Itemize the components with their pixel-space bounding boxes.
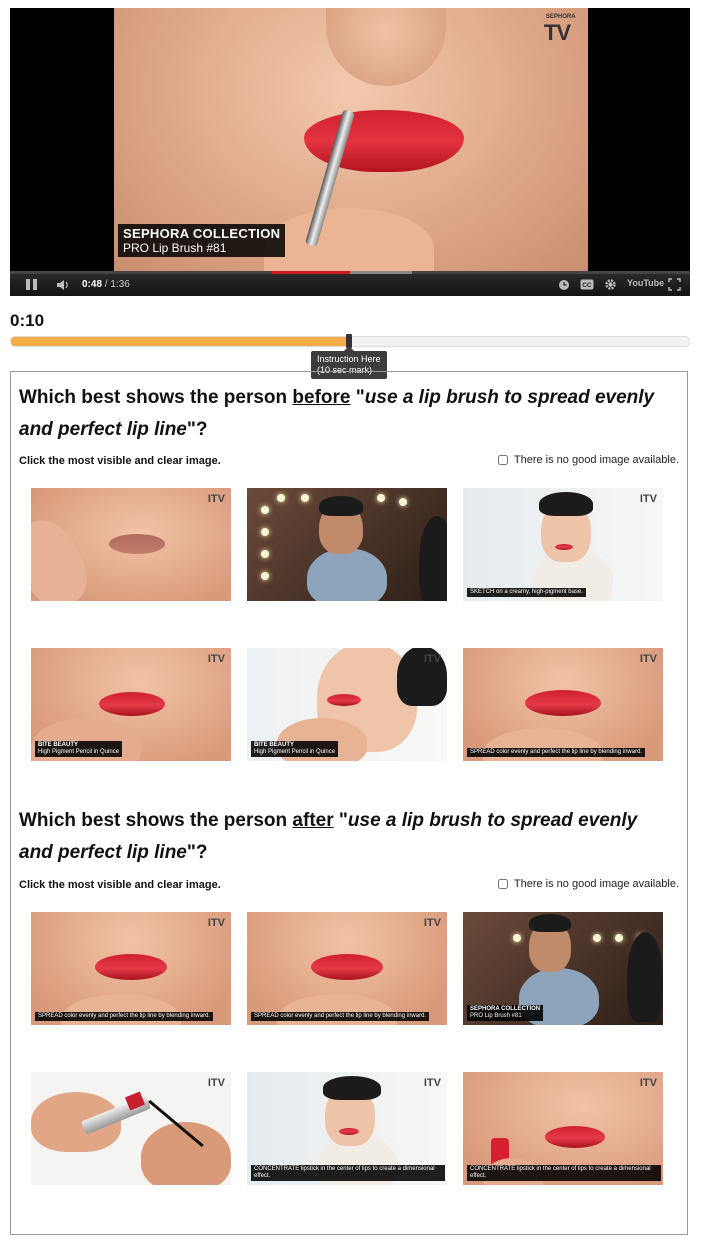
q2-thumbnail-2[interactable]: ITV SPREAD color evenly and perfect the … bbox=[247, 912, 447, 1025]
closed-captions-icon[interactable]: CC bbox=[580, 279, 594, 290]
thumbnail-caption: CONCENTRATE lipstick in the center of li… bbox=[251, 1165, 445, 1181]
q1-thumbnail-5[interactable]: ITV BITE BEAUTY High Pigment Pencil in Qu… bbox=[247, 648, 447, 761]
thumb-logo: ITV bbox=[423, 917, 441, 929]
video-caption: SEPHORA COLLECTION PRO Lip Brush #81 bbox=[118, 224, 286, 257]
tooltip-line1: Instruction Here bbox=[317, 354, 381, 364]
watch-later-icon[interactable] bbox=[558, 279, 570, 291]
thumb-logo: ITV bbox=[207, 653, 225, 665]
pause-icon[interactable] bbox=[26, 279, 38, 290]
thumbnail-caption: BITE BEAUTY High Pigment Pencil in Quince bbox=[35, 741, 123, 757]
q2-instruction: Click the most visible and clear image. bbox=[19, 879, 221, 891]
thumb-logo: ITV bbox=[207, 917, 225, 929]
thumbnail-caption: SPREAD color evenly and perfect the lip … bbox=[35, 1012, 214, 1021]
video-hand bbox=[264, 208, 434, 275]
thumb-logo: ITV bbox=[639, 1077, 657, 1089]
q2-thumbnail-3[interactable]: SEPHORA COLLECTION PRO Lip Brush #81 bbox=[463, 912, 663, 1025]
thumbnail-caption: BITE BEAUTY High Pigment Pencil in Quince bbox=[251, 741, 339, 757]
q1-instruction: Click the most visible and clear image. bbox=[19, 455, 221, 467]
sephora-tv-logo: SEPHORA TV bbox=[543, 14, 576, 46]
thumb-logo: ITV bbox=[423, 653, 441, 665]
q2-thumbnail-5[interactable]: ITV CONCENTRATE lipstick in the center o… bbox=[247, 1072, 447, 1185]
q2-no-good-image-checkbox[interactable] bbox=[497, 879, 508, 889]
q1-thumbnail-3[interactable]: ITV SKETCH on a creamy, high-pigment bas… bbox=[463, 488, 663, 601]
question-after-title: Which best shows the person after "use a… bbox=[19, 805, 669, 869]
q1-thumbnail-4[interactable]: ITV BITE BEAUTY High Pigment Pencil in Qu… bbox=[31, 648, 231, 761]
question-before-title: Which best shows the person before "use … bbox=[19, 382, 669, 446]
video-progress-played bbox=[272, 271, 350, 274]
question-panel: Which best shows the person before "use … bbox=[10, 371, 688, 1235]
q1-prefix: Which best shows the person bbox=[19, 387, 293, 408]
q2-quote-open: " bbox=[333, 810, 348, 831]
youtube-logo[interactable]: YouTube bbox=[627, 278, 664, 288]
q2-thumbnail-6[interactable]: ITV CONCENTRATE lipstick in the center o… bbox=[463, 1072, 663, 1185]
q1-no-good-image-option[interactable]: There is no good image available. bbox=[497, 454, 679, 466]
logo-small-text: SEPHORA bbox=[545, 14, 576, 20]
video-player[interactable]: SEPHORA TV SEPHORA COLLECTION PRO Lip Br… bbox=[10, 8, 690, 296]
q2-prefix: Which best shows the person bbox=[19, 810, 293, 831]
q1-suffix: "? bbox=[186, 419, 208, 440]
thumb-logo: ITV bbox=[639, 653, 657, 665]
thumb-logo: ITV bbox=[207, 1077, 225, 1089]
time-total: / 1:36 bbox=[102, 279, 130, 290]
logo-tv-text: TV bbox=[543, 20, 571, 45]
thumbnail-caption: SPREAD color evenly and perfect the lip … bbox=[251, 1012, 430, 1021]
caption-line1: SEPHORA COLLECTION bbox=[123, 226, 281, 241]
video-time: 0:48 / 1:36 bbox=[82, 279, 130, 290]
svg-text:CC: CC bbox=[582, 282, 592, 289]
q2-suffix: "? bbox=[186, 842, 208, 863]
thumbnail-caption: SPREAD color evenly and perfect the lip … bbox=[467, 748, 646, 757]
timer-readout: 0:10 bbox=[10, 311, 45, 330]
player-controls: 0:48 / 1:36 CC YouTube bbox=[10, 271, 690, 296]
video-progress-loaded bbox=[350, 271, 412, 274]
thumb-logo: ITV bbox=[207, 493, 225, 505]
volume-icon[interactable] bbox=[56, 279, 70, 291]
thumbnail-caption: SKETCH on a creamy, high-pigment base. bbox=[467, 588, 586, 597]
q2-thumbnail-4[interactable]: ITV bbox=[31, 1072, 231, 1185]
video-frame[interactable]: SEPHORA TV SEPHORA COLLECTION PRO Lip Br… bbox=[114, 8, 588, 275]
q1-no-good-image-label: There is no good image available. bbox=[513, 454, 679, 466]
thumb-logo: ITV bbox=[639, 493, 657, 505]
q2-no-good-image-label: There is no good image available. bbox=[513, 878, 679, 890]
q2-thumbnail-1[interactable]: ITV SPREAD color evenly and perfect the … bbox=[31, 912, 231, 1025]
q1-no-good-image-checkbox[interactable] bbox=[497, 455, 508, 465]
q1-keyword: before bbox=[292, 387, 351, 408]
q1-quote-open: " bbox=[350, 387, 365, 408]
thumbnail-caption: CONCENTRATE lipstick in the center of li… bbox=[467, 1165, 661, 1181]
thumbnail-caption: SEPHORA COLLECTION PRO Lip Brush #81 bbox=[467, 1005, 544, 1021]
fullscreen-icon[interactable] bbox=[668, 278, 681, 291]
thumb-logo: ITV bbox=[423, 1077, 441, 1089]
q1-thumbnail-1[interactable]: ITV bbox=[31, 488, 231, 601]
video-progress-bar[interactable] bbox=[10, 271, 690, 274]
q1-thumbnail-2[interactable] bbox=[247, 488, 447, 601]
video-face-nose bbox=[326, 8, 446, 86]
caption-line2: PRO Lip Brush #81 bbox=[123, 241, 227, 255]
settings-gear-icon[interactable] bbox=[604, 278, 617, 291]
time-current: 0:48 bbox=[82, 279, 103, 290]
slider-fill bbox=[11, 337, 350, 346]
q1-thumbnail-6[interactable]: ITV SPREAD color evenly and perfect the … bbox=[463, 648, 663, 761]
q2-no-good-image-option[interactable]: There is no good image available. bbox=[497, 878, 679, 890]
q2-keyword: after bbox=[292, 810, 334, 831]
